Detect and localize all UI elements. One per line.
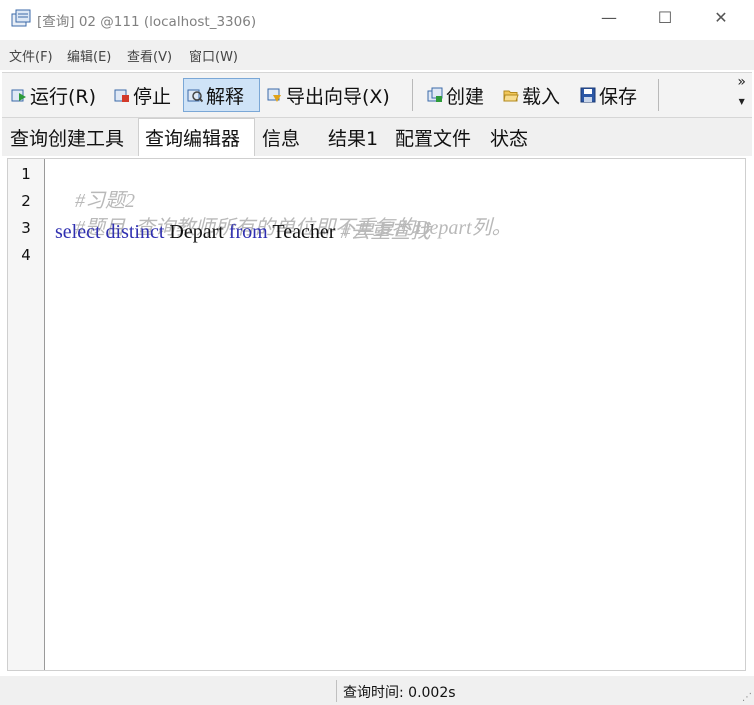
toolbar-separator-2 — [658, 79, 659, 111]
identifier-column: Depart — [169, 221, 224, 243]
tab-query-editor[interactable]: 查询编辑器 — [138, 118, 255, 156]
chevron-down-icon: ▼ — [738, 97, 745, 106]
explain-button[interactable]: 解释 — [183, 78, 260, 112]
close-button[interactable]: ✕ — [706, 6, 736, 30]
code-line-3: select distinct Depart from Teacher #去重查… — [55, 215, 430, 244]
toolbar: 运行(R) 停止 解释 导出向导(X) 创建 载入 保存 » ▼ — [2, 72, 752, 118]
menu-view[interactable]: 查看(V) — [127, 46, 172, 65]
window-title: [查询] 02 @111 (localhost_3306) — [37, 14, 257, 30]
status-bar: 查询时间: 0.002s ⋰ — [0, 676, 754, 705]
query-time-status: 查询时间: 0.002s — [343, 685, 456, 701]
resize-grip-icon[interactable]: ⋰ — [742, 692, 752, 703]
maximize-button[interactable]: ☐ — [650, 6, 680, 30]
line-number-gutter: 1 2 3 4 — [8, 159, 45, 670]
keyword-select: select — [55, 221, 101, 243]
keyword-from: from — [228, 221, 268, 243]
minimize-button[interactable]: — — [594, 6, 624, 30]
run-button[interactable]: 运行(R) — [8, 78, 99, 112]
status-separator — [336, 680, 337, 702]
export-icon — [267, 88, 281, 102]
save-icon — [580, 87, 596, 103]
folder-icon — [503, 90, 519, 102]
line-number: 1 — [21, 165, 31, 183]
save-button[interactable]: 保存 — [577, 78, 640, 112]
menu-window[interactable]: 窗口(W) — [189, 46, 238, 65]
comment: #去重查找 — [340, 221, 431, 243]
sql-editor[interactable]: 1 2 3 4 #习题2 #题目 查询教师所有的单位即不重复的Depart列。 … — [7, 158, 746, 671]
toolbar-overflow-button[interactable]: » ▼ — [737, 75, 746, 109]
menu-file[interactable]: 文件(F) — [9, 46, 53, 65]
query-app-icon — [11, 9, 31, 27]
create-icon — [427, 87, 443, 102]
menu-edit[interactable]: 编辑(E) — [67, 46, 111, 65]
explain-icon — [187, 89, 203, 103]
stop-button[interactable]: 停止 — [111, 78, 174, 112]
line-number: 2 — [21, 192, 31, 210]
toolbar-separator — [412, 79, 413, 111]
tab-status[interactable]: 状态 — [484, 120, 534, 154]
stop-icon — [114, 89, 129, 102]
keyword-distinct: distinct — [105, 221, 165, 243]
run-icon — [11, 89, 26, 102]
tab-result-1[interactable]: 结果1 — [322, 120, 384, 154]
line-number: 3 — [21, 219, 31, 237]
tab-profile[interactable]: 配置文件 — [389, 120, 477, 154]
identifier-table: Teacher — [272, 221, 336, 243]
load-button[interactable]: 载入 — [500, 78, 563, 112]
create-button[interactable]: 创建 — [424, 78, 487, 112]
menu-bar: 文件(F) 编辑(E) 查看(V) 窗口(W) — [0, 40, 754, 70]
tab-strip: 查询创建工具 查询编辑器 信息 结果1 配置文件 状态 — [2, 118, 752, 156]
export-wizard-button[interactable]: 导出向导(X) — [264, 78, 393, 112]
tab-info[interactable]: 信息 — [256, 120, 306, 154]
tab-query-builder[interactable]: 查询创建工具 — [4, 120, 130, 154]
title-bar: [查询] 02 @111 (localhost_3306) — ☐ ✕ — [0, 0, 754, 37]
line-number: 4 — [21, 246, 31, 264]
